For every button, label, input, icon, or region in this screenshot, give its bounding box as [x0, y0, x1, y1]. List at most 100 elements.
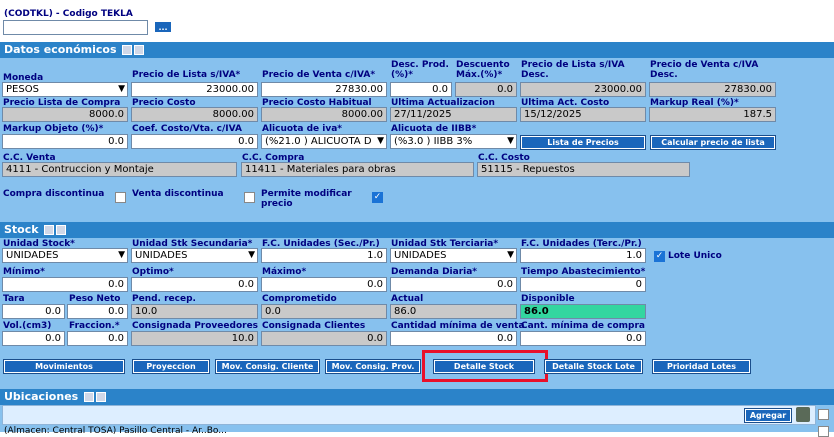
precio-lista-siva-input[interactable]: 23000.00: [131, 82, 258, 97]
highlight-box: [422, 350, 548, 382]
moneda-select[interactable]: PESOS ▼: [2, 82, 128, 97]
unidad-stock-value: UNIDADES: [6, 250, 59, 261]
venta-discontinua-checkbox[interactable]: [244, 192, 255, 203]
desc-prod-label: Desc. Prod. (%)*: [391, 60, 449, 80]
consig-cli-input: 0.0: [261, 331, 387, 346]
compra-discontinua-checkbox[interactable]: [115, 192, 126, 203]
trash-icon[interactable]: [796, 407, 810, 422]
calcular-precio-button[interactable]: Calcular precio de lista: [650, 135, 776, 150]
moneda-value: PESOS: [6, 84, 39, 95]
unidad-secundaria-select[interactable]: UNIDADES ▼: [131, 248, 258, 263]
markup-objeto-input[interactable]: 0.0: [2, 134, 128, 149]
disponible-input: 86.0: [520, 304, 646, 319]
collapse-icon[interactable]: [56, 225, 67, 235]
permite-modificar-checkbox[interactable]: ✓: [372, 192, 383, 203]
maximo-input[interactable]: 0.0: [261, 277, 387, 292]
cant-min-venta-input[interactable]: 0.0: [390, 331, 517, 346]
fraccion-label: Fraccion.*: [69, 321, 120, 331]
unidad-secundaria-value: UNIDADES: [135, 250, 188, 261]
precio-costo-input: 8000.00: [131, 107, 258, 122]
precio-lista-compra-input: 8000.0: [2, 107, 128, 122]
prioridad-lotes-button[interactable]: Prioridad Lotes: [652, 359, 751, 374]
tara-input[interactable]: 0.0: [2, 304, 65, 319]
chevron-down-icon: ▼: [118, 84, 125, 94]
precio-venta-civa-input[interactable]: 27830.00: [261, 82, 387, 97]
disponible-label: Disponible: [521, 294, 575, 304]
precio-venta-civa-label: Precio de Venta c/IVA*: [262, 70, 376, 80]
ubicaciones-row: [2, 405, 816, 425]
ultima-act-costo-input: 15/12/2025: [520, 107, 646, 122]
chevron-down-icon: ▼: [118, 250, 125, 260]
chevron-down-icon: ▼: [377, 136, 384, 146]
unidad-terciaria-select[interactable]: UNIDADES ▼: [390, 248, 517, 263]
chevron-down-icon: ▼: [507, 250, 514, 260]
precio-costo-habitual-input: 8000.00: [261, 107, 387, 122]
mov-consig-prov-button[interactable]: Mov. Consig. Prov.: [325, 359, 421, 374]
ubicaciones-section-header[interactable]: Ubicaciones: [0, 389, 834, 405]
agregar-button[interactable]: Agregar: [744, 408, 792, 423]
alicuota-iibb-label: Alicuota de IIBB*: [391, 124, 477, 134]
expand-icon[interactable]: [84, 392, 95, 402]
chevron-down-icon: ▼: [248, 250, 255, 260]
expand-icon[interactable]: [122, 45, 133, 55]
comprometido-input: 0.0: [261, 304, 387, 319]
vol-input[interactable]: 0.0: [2, 331, 65, 346]
venta-discontinua-label: Venta discontinua: [132, 189, 224, 199]
codtkl-input[interactable]: [3, 20, 148, 35]
ubicacion-row-text: (Almacen: Central TOSA) Pasillo Central …: [4, 426, 227, 436]
fc-terc-input[interactable]: 1.0: [520, 248, 646, 263]
alicuota-iva-label: Alicuota de iva*: [262, 124, 342, 134]
datos-section-title: Datos económicos: [4, 43, 117, 56]
proyeccion-button[interactable]: Proyeccion: [132, 359, 210, 374]
consig-prov-input: 10.0: [131, 331, 258, 346]
collapse-icon[interactable]: [134, 45, 145, 55]
coef-costo-label: Coef. Costo/Vta. c/IVA: [132, 124, 242, 134]
peso-input[interactable]: 0.0: [67, 304, 128, 319]
cant-min-compra-input[interactable]: 0.0: [520, 331, 646, 346]
tiempo-input[interactable]: 0: [520, 277, 646, 292]
chevron-down-icon: ▼: [507, 136, 514, 146]
pend-label: Pend. recep.: [132, 294, 196, 304]
unidad-stock-select[interactable]: UNIDADES ▼: [2, 248, 128, 263]
pend-input: 10.0: [131, 304, 258, 319]
stock-section-title: Stock: [4, 223, 39, 236]
unidad-terciaria-value: UNIDADES: [394, 250, 447, 261]
detalle-stock-lote-button[interactable]: Detalle Stock Lote: [544, 359, 643, 374]
ubicacion-select-checkbox[interactable]: [818, 409, 829, 420]
consig-cli-label: Consignada Clientes: [262, 321, 366, 331]
demanda-input[interactable]: 0.0: [390, 277, 517, 292]
cc-venta-input: 4111 - Contruccion y Montaje: [2, 162, 237, 177]
movimientos-button[interactable]: Movimientos: [3, 359, 125, 374]
cc-compra-input: 11411 - Materiales para obras: [241, 162, 474, 177]
tiempo-label: Tiempo Abastecimiento*: [521, 267, 646, 277]
alicuota-iva-value: (%21.0 ) ALICUOTA D: [265, 136, 372, 147]
precio-venta-civa-desc-label: Precio de Venta c/IVA Desc.: [650, 60, 759, 80]
compra-discontinua-label: Compra discontinua: [3, 189, 105, 199]
minimo-input[interactable]: 0.0: [2, 277, 128, 292]
coef-costo-input[interactable]: 0.0: [131, 134, 258, 149]
collapse-icon[interactable]: [96, 392, 107, 402]
precio-lista-siva-label: Precio de Lista s/IVA*: [132, 70, 241, 80]
desc-prod-input[interactable]: 0.0: [390, 82, 452, 97]
expand-icon[interactable]: [44, 225, 55, 235]
alicuota-iibb-select[interactable]: (%3.0 ) IIBB 3% ▼: [390, 134, 517, 149]
tara-label: Tara: [3, 294, 25, 304]
markup-real-input: 187.5: [649, 107, 776, 122]
lista-precios-button[interactable]: Lista de Precios: [520, 135, 646, 150]
optimo-input[interactable]: 0.0: [131, 277, 258, 292]
lote-unico-checkbox[interactable]: ✓: [654, 251, 665, 262]
datos-section-header[interactable]: Datos económicos: [0, 42, 834, 58]
fraccion-input[interactable]: 0.0: [67, 331, 128, 346]
mov-consig-cliente-button[interactable]: Mov. Consig. Cliente: [215, 359, 320, 374]
fc-sec-input[interactable]: 1.0: [261, 248, 387, 263]
ultima-actualizacion-input: 27/11/2025: [390, 107, 517, 122]
codtkl-lookup-button[interactable]: ...: [154, 21, 172, 33]
precio-lista-siva-desc-label: Precio de Lista s/IVA Desc.: [521, 60, 625, 80]
stock-section-header[interactable]: Stock: [0, 222, 834, 238]
cant-min-venta-label: Cantidad mínima de venta: [391, 321, 525, 331]
descuento-max-label: Descuento Máx.(%)*: [456, 60, 510, 80]
alicuota-iva-select[interactable]: (%21.0 ) ALICUOTA D ▼: [261, 134, 387, 149]
descuento-max-input: 0.0: [455, 82, 517, 97]
demanda-label: Demanda Diaria*: [391, 267, 478, 277]
consig-prov-label: Consignada Proveedores: [132, 321, 259, 331]
